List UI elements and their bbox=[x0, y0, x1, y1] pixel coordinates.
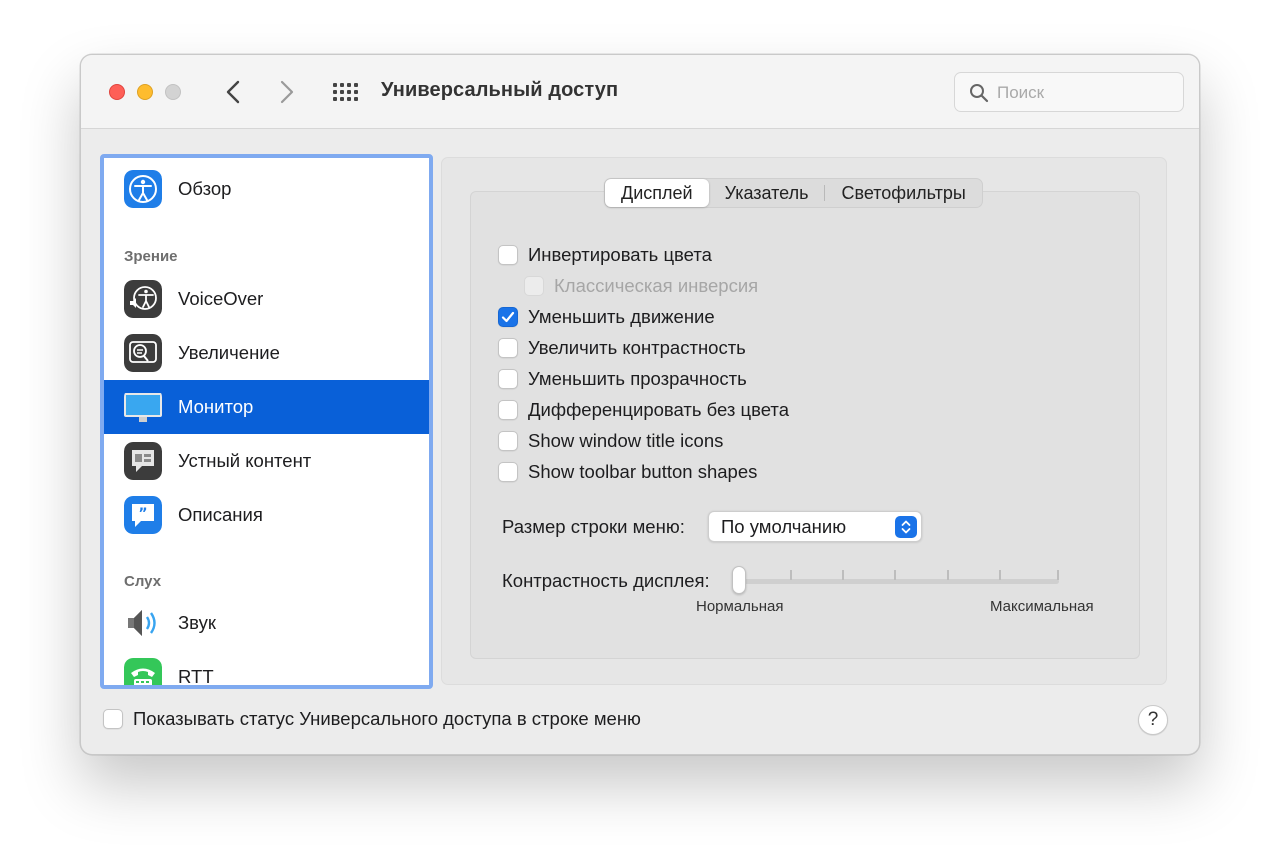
checkbox[interactable] bbox=[524, 276, 544, 296]
zoom-icon bbox=[124, 334, 162, 372]
sidebar-item-overview[interactable]: Обзор bbox=[104, 162, 429, 216]
checkbox-label: Show window title icons bbox=[528, 430, 724, 451]
sidebar-item-descriptions[interactable]: ” Описания bbox=[104, 488, 429, 542]
checkbox[interactable] bbox=[498, 431, 518, 451]
sidebar-item-voiceover[interactable]: VoiceOver bbox=[104, 272, 429, 326]
checkbox-label: Инвертировать цвета bbox=[528, 244, 712, 265]
sidebar-list[interactable]: Обзор Зрение VoiceOver Увеличение Монито… bbox=[100, 154, 433, 689]
zoom-window-button[interactable] bbox=[165, 84, 181, 100]
sidebar-item-label: Обзор bbox=[178, 178, 232, 199]
tab-pointer[interactable]: Указатель bbox=[709, 179, 825, 207]
option-classic-invert[interactable]: Классическая инверсия bbox=[524, 274, 758, 298]
checkbox-label: Уменьшить движение bbox=[528, 306, 715, 327]
descriptions-icon: ” bbox=[124, 496, 162, 534]
back-button[interactable] bbox=[219, 77, 247, 107]
checkmark-icon bbox=[501, 311, 515, 323]
sidebar-section-hearing: Слух bbox=[124, 573, 162, 590]
sidebar-item-label: VoiceOver bbox=[178, 288, 264, 309]
checkbox-label: Уменьшить прозрачность bbox=[528, 368, 747, 389]
sidebar-item-spoken-content[interactable]: Устный контент bbox=[104, 434, 429, 488]
accessibility-icon bbox=[124, 170, 162, 208]
checkbox[interactable] bbox=[498, 462, 518, 482]
chevron-left-icon bbox=[226, 80, 240, 104]
option-reduce-motion[interactable]: Уменьшить движение bbox=[498, 305, 715, 329]
slider-tick bbox=[842, 570, 844, 580]
sidebar-section-vision: Зрение bbox=[124, 248, 178, 265]
voiceover-icon bbox=[124, 280, 162, 318]
checkbox[interactable] bbox=[498, 338, 518, 358]
rtt-phone-icon bbox=[124, 658, 162, 685]
sidebar-item-label: Монитор bbox=[178, 396, 254, 417]
slider-tick bbox=[999, 570, 1001, 580]
slider-tick bbox=[1057, 570, 1059, 580]
grid-icon bbox=[333, 83, 358, 101]
display-contrast-label: Контрастность дисплея: bbox=[502, 570, 710, 591]
tab-color-filters[interactable]: Светофильтры bbox=[825, 179, 981, 207]
show-status-in-menu-bar[interactable]: Показывать статус Универсального доступа… bbox=[103, 707, 641, 731]
svg-text:”: ” bbox=[138, 506, 147, 522]
menu-bar-size-popup[interactable]: По умолчанию bbox=[708, 511, 922, 542]
popup-arrows bbox=[895, 516, 917, 538]
sidebar-item-display[interactable]: Монитор bbox=[104, 380, 429, 434]
contrast-slider-track[interactable] bbox=[738, 579, 1059, 584]
slider-tick bbox=[790, 570, 792, 580]
preferences-window: Универсальный доступ Обзор Зрение bbox=[80, 54, 1200, 755]
forward-button[interactable] bbox=[273, 77, 301, 107]
sidebar-item-zoom[interactable]: Увеличение bbox=[104, 326, 429, 380]
titlebar: Универсальный доступ bbox=[81, 55, 1199, 129]
spoken-content-icon bbox=[124, 442, 162, 480]
show-all-button[interactable] bbox=[331, 81, 359, 103]
option-toolbar-button-shapes[interactable]: Show toolbar button shapes bbox=[498, 460, 757, 484]
contrast-slider-thumb[interactable] bbox=[732, 566, 746, 594]
sidebar-item-label: Увеличение bbox=[178, 342, 280, 363]
minimize-window-button[interactable] bbox=[137, 84, 153, 100]
close-window-button[interactable] bbox=[109, 84, 125, 100]
search-field[interactable] bbox=[954, 72, 1184, 112]
window-title: Универсальный доступ bbox=[381, 79, 619, 101]
tab-bar: Дисплей Указатель Светофильтры bbox=[604, 178, 983, 208]
popup-value: По умолчанию bbox=[721, 516, 847, 537]
checkbox[interactable] bbox=[103, 709, 123, 729]
option-reduce-transparency[interactable]: Уменьшить прозрачность bbox=[498, 367, 747, 391]
display-icon bbox=[124, 393, 162, 422]
option-window-title-icons[interactable]: Show window title icons bbox=[498, 429, 723, 453]
tab-display[interactable]: Дисплей bbox=[605, 179, 709, 207]
chevron-right-icon bbox=[280, 80, 294, 104]
slider-tick bbox=[894, 570, 896, 580]
checkbox-label: Дифференцировать без цвета bbox=[528, 399, 789, 420]
contrast-min-label: Нормальная bbox=[696, 598, 784, 615]
sidebar-item-label: RTT bbox=[178, 666, 214, 687]
search-icon bbox=[970, 84, 989, 103]
speaker-icon bbox=[128, 610, 156, 636]
option-increase-contrast[interactable]: Увеличить контрастность bbox=[498, 336, 746, 360]
checkbox[interactable] bbox=[498, 245, 518, 265]
checkbox-label: Показывать статус Универсального доступа… bbox=[133, 708, 641, 729]
contrast-max-label: Максимальная bbox=[990, 598, 1094, 615]
option-invert-colors[interactable]: Инвертировать цвета bbox=[498, 243, 712, 267]
sidebar-item-label: Звук bbox=[178, 612, 216, 633]
checkbox-label: Show toolbar button shapes bbox=[528, 461, 758, 482]
up-down-chevron-icon bbox=[901, 520, 911, 534]
sidebar-item-label: Устный контент bbox=[178, 450, 312, 471]
sidebar-item-rtt[interactable]: RTT bbox=[104, 650, 429, 687]
checkbox-label: Увеличить контрастность bbox=[528, 337, 746, 358]
option-differentiate-without-color[interactable]: Дифференцировать без цвета bbox=[498, 398, 789, 422]
settings-panel: Дисплей Указатель Светофильтры Инвертиро… bbox=[441, 157, 1167, 685]
checkbox[interactable] bbox=[498, 369, 518, 389]
sidebar-item-sound[interactable]: Звук bbox=[104, 596, 429, 650]
help-button[interactable]: ? bbox=[1138, 705, 1168, 735]
menu-bar-size-label: Размер строки меню: bbox=[502, 516, 685, 537]
checkbox-label: Классическая инверсия bbox=[554, 275, 759, 296]
search-input[interactable] bbox=[997, 81, 1172, 105]
checkbox[interactable] bbox=[498, 400, 518, 420]
checkbox[interactable] bbox=[498, 307, 518, 327]
slider-tick bbox=[947, 570, 949, 580]
sidebar-item-label: Описания bbox=[178, 504, 263, 525]
